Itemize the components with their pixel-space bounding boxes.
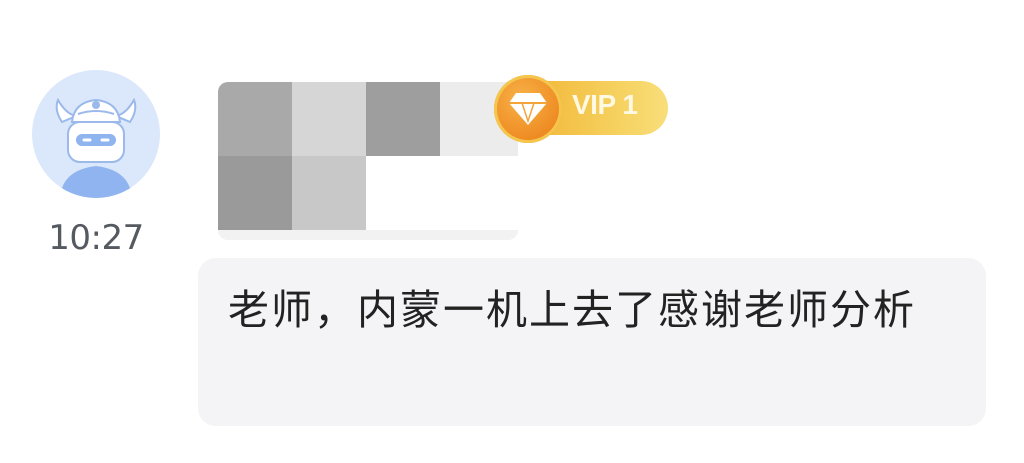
mosaic-cell — [218, 82, 292, 156]
vip-badge: VIP 1 — [494, 75, 672, 143]
message-timestamp: 10:27 — [48, 218, 144, 258]
mosaic-cell — [292, 156, 366, 230]
chat-message: 10:27 VIP 1 老师，内蒙一机上去了感谢老师分析 — [0, 0, 1024, 463]
message-bubble[interactable]: 老师，内蒙一机上去了感谢老师分析 — [198, 258, 986, 426]
sender-avatar[interactable] — [32, 70, 160, 198]
message-text: 老师，内蒙一机上去了感谢老师分析 — [228, 286, 916, 334]
mosaic-cell — [218, 156, 292, 230]
horned-helmet-avatar-icon — [55, 97, 137, 198]
mosaic-cell — [292, 82, 366, 156]
diamond-icon — [509, 93, 547, 125]
mosaic-cell — [366, 82, 440, 156]
vip-badge-emblem — [494, 75, 562, 143]
sender-name-redacted — [218, 82, 518, 240]
mosaic-cell — [366, 156, 518, 230]
mosaic-cell — [218, 230, 518, 240]
vip-badge-label: VIP 1 — [572, 89, 638, 120]
